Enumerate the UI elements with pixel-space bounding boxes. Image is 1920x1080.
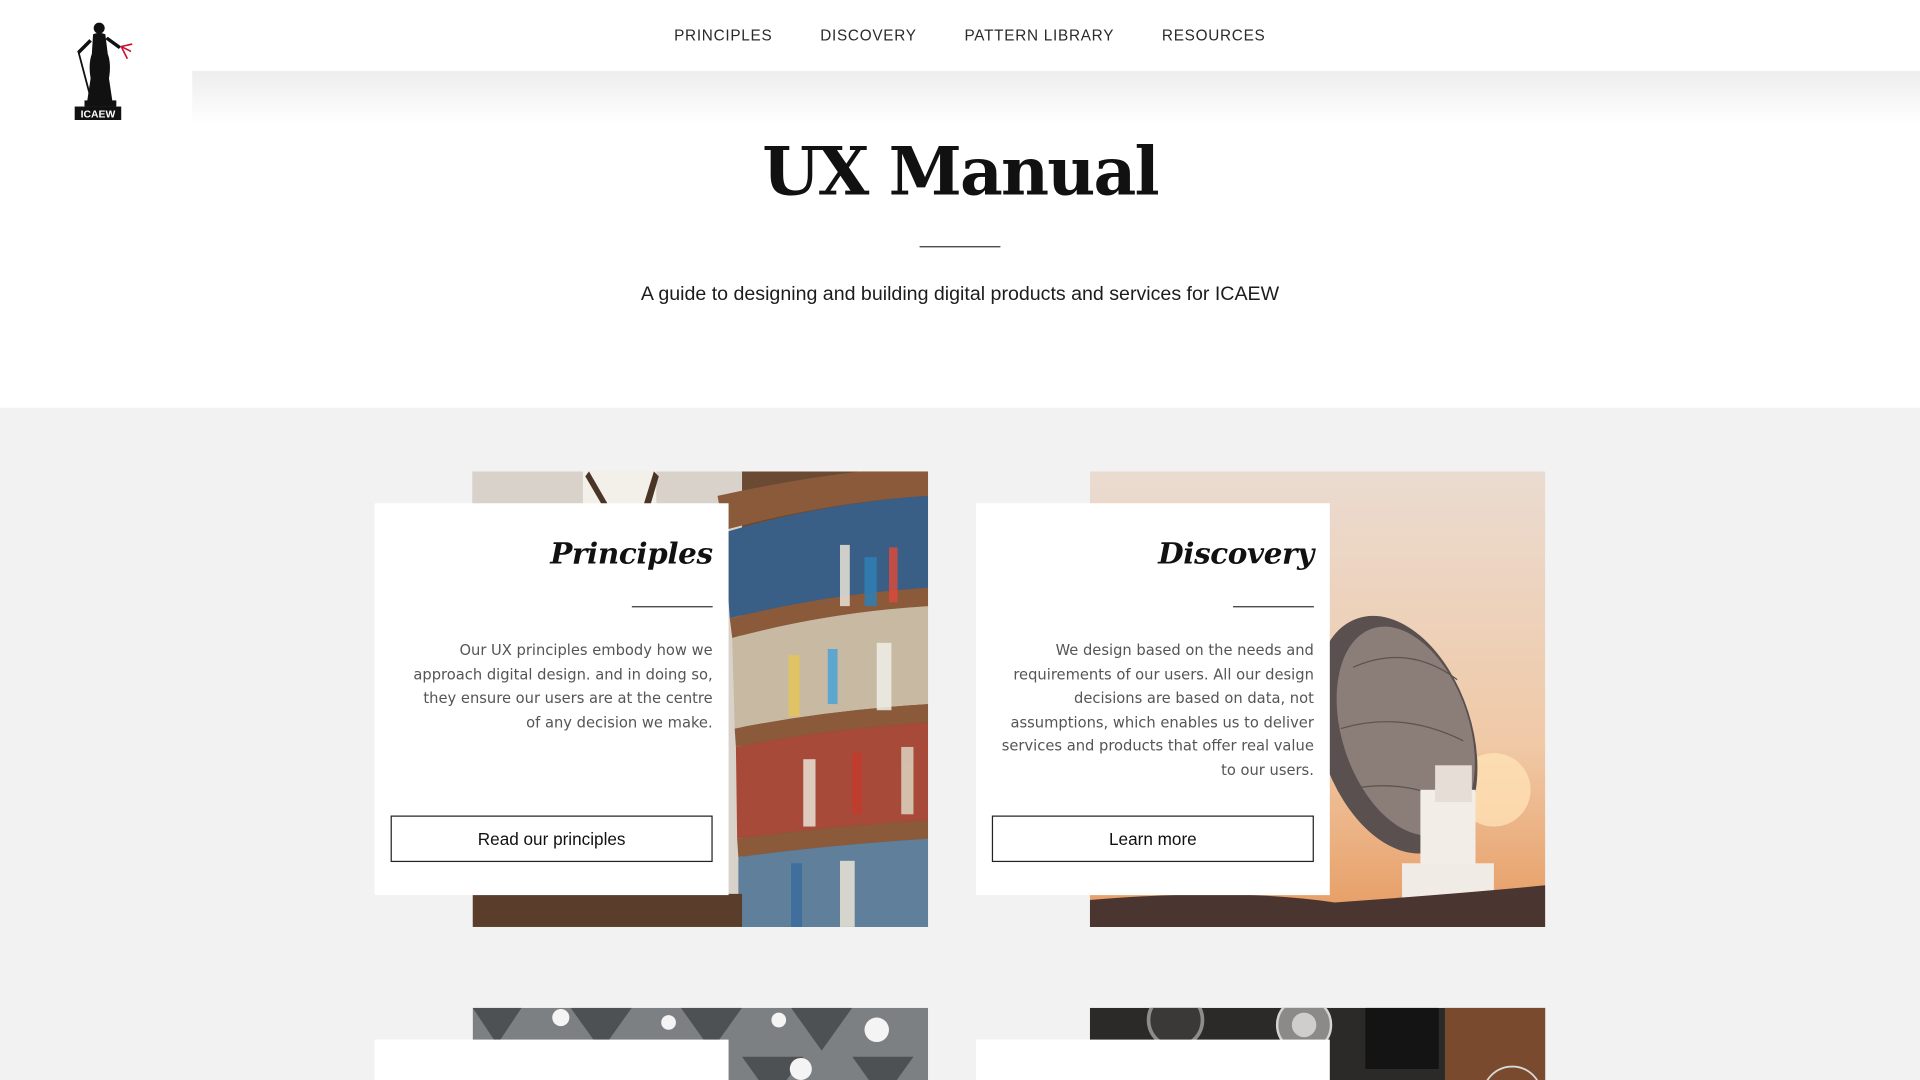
card-title: Discovery — [1158, 535, 1314, 571]
card-description: Our UX principles embody how we approach… — [413, 641, 713, 731]
title-divider — [919, 246, 1001, 248]
nav-item-principles[interactable]: PRINCIPLES — [674, 27, 772, 44]
nav-shadow — [192, 71, 1920, 125]
nav-item-discovery[interactable]: DISCOVERY — [820, 27, 917, 44]
main-nav: PRINCIPLES DISCOVERY PATTERN LIBRARY RES… — [0, 0, 1920, 71]
principles-card: Principles Our UX principles embody how … — [374, 503, 729, 896]
logo-text: ICAEW — [81, 110, 116, 121]
card-divider — [631, 606, 713, 608]
card-panel-4 — [975, 1039, 1330, 1080]
card-panel-3 — [374, 1039, 729, 1080]
page: ICAEW PRINCIPLES DISCOVERY PATTERN LIBRA… — [0, 0, 1920, 1080]
card-divider — [1233, 606, 1314, 608]
nav-item-resources[interactable]: RESOURCES — [1162, 27, 1266, 44]
read-principles-button[interactable]: Read our principles — [390, 815, 713, 863]
learn-more-button[interactable]: Learn more — [991, 815, 1314, 863]
discovery-card: Discovery We design based on the needs a… — [975, 503, 1330, 896]
nav-item-pattern-library[interactable]: PATTERN LIBRARY — [964, 27, 1114, 44]
page-title: UX Manual — [762, 132, 1159, 211]
page-subtitle: A guide to designing and building digita… — [640, 284, 1280, 305]
cards-section: Principles Our UX principles embody how … — [0, 407, 1920, 1080]
card-description: We design based on the needs and require… — [1001, 641, 1314, 779]
card-title: Principles — [550, 535, 713, 571]
